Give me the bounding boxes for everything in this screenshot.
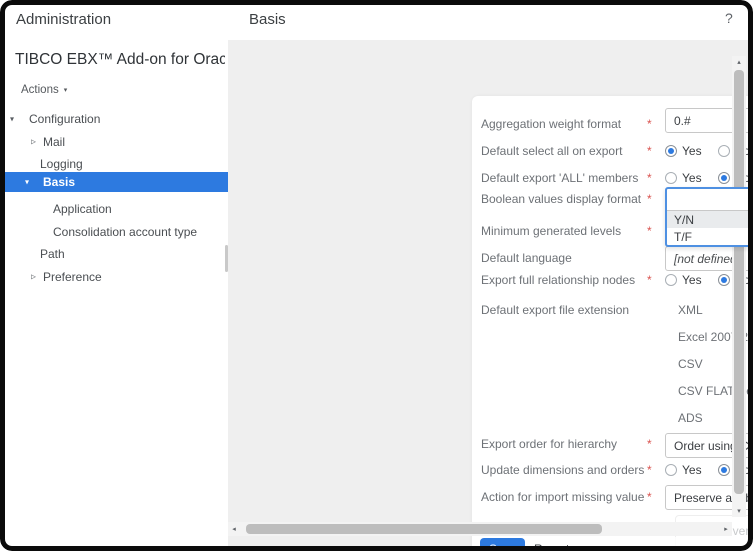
sidebar-item-label: Configuration [29,112,100,126]
tree-expanded-icon[interactable]: ▾ [25,178,29,187]
field-label: Update dimensions and orders [481,463,644,477]
scroll-left-icon[interactable]: ◂ [228,522,240,536]
required-asterisk: * [647,117,652,131]
vertical-scrollbar-thumb[interactable] [734,70,744,494]
radio-unselected-icon[interactable] [665,274,677,286]
actions-label: Actions [21,84,59,96]
scroll-up-icon[interactable]: ▴ [732,56,746,68]
field-label: Export order for hierarchy [481,437,617,451]
workspace: Aggregation weight format * 0.# Default … [228,40,753,551]
sidebar-item-configuration[interactable]: ▾ Configuration [0,109,228,129]
app-window: Administration TIBCO EBX™ Add-on for Ora… [0,0,753,551]
sidebar-item-label: Preference [43,270,102,284]
combo-option-tf[interactable]: T/F [667,228,753,245]
field-label: Aggregation weight format [481,117,621,131]
radio-selected-icon[interactable] [718,172,730,184]
sidebar-item-consolidation-account-type[interactable]: Consolidation account type [0,222,228,242]
scroll-right-icon[interactable]: ▸ [720,522,732,536]
radio-yes[interactable]: Yes [665,463,702,477]
sub-field-label: CSV [678,357,703,371]
field-label: Minimum generated levels [481,224,621,238]
required-asterisk: * [647,273,652,287]
help-icon[interactable]: ? [725,10,733,26]
sidebar-item-label: Basis [43,175,75,189]
horizontal-scrollbar[interactable]: ◂ ▸ [228,522,732,536]
form-panel: Aggregation weight format * 0.# Default … [472,96,753,551]
sidebar-item-path[interactable]: Path [0,244,228,264]
sidebar-item-label: Consolidation account type [53,225,197,239]
tree-collapsed-icon[interactable]: ▹ [31,137,36,148]
required-asterisk: * [647,463,652,477]
field-label: Action for import missing value [481,490,644,504]
sub-field-label: ADS [678,411,703,425]
field-label: Boolean values display format [481,192,641,206]
field-label: Default language [481,251,572,265]
field-label: Default select all on export [481,144,622,158]
radio-yes[interactable]: Yes [665,144,702,158]
horizontal-scrollbar-thumb[interactable] [246,524,602,534]
chevron-down-icon: ▾ [64,86,68,94]
sidebar-item-basis[interactable]: ▾ Basis [0,172,228,192]
form-action-bar: Save Revert [472,537,753,551]
radio-selected-icon[interactable] [718,464,730,476]
sidebar-title: Administration [16,11,111,28]
app-title: TIBCO EBX™ Add-on for Oracle [15,51,225,69]
radio-unselected-icon[interactable] [665,172,677,184]
radio-unselected-icon[interactable] [718,145,730,157]
required-asterisk: * [647,437,652,451]
revert-button[interactable]: Revert [534,542,569,551]
vertical-scrollbar[interactable]: ▴ ▾ [732,56,746,517]
radio-unselected-icon[interactable] [665,464,677,476]
combo-option-yn[interactable]: Y/N [667,211,753,228]
page-title: Basis [249,11,286,28]
required-asterisk: * [647,490,652,504]
radio-selected-icon[interactable] [665,145,677,157]
required-asterisk: * [647,224,652,238]
sidebar-item-mail[interactable]: ▹ Mail [0,132,228,152]
sidebar-item-preference[interactable]: ▹ Preference [0,267,228,287]
tree-expanded-icon[interactable]: ▾ [10,115,14,124]
actions-menu-button[interactable]: Actions ▾ [21,84,67,96]
required-asterisk: * [647,192,652,206]
radio-selected-icon[interactable] [718,274,730,286]
field-label: Default export file extension [481,303,629,317]
radio-yes[interactable]: Yes [665,273,702,287]
sidebar-item-logging[interactable]: Logging [0,154,228,174]
field-label: Export full relationship nodes [481,273,635,287]
sidebar: Administration TIBCO EBX™ Add-on for Ora… [0,0,228,551]
tree-collapsed-icon[interactable]: ▹ [31,272,36,283]
combo-dropdown-list: Y/N T/F [667,210,753,245]
sidebar-item-label: Logging [40,157,83,171]
field-label: Default export 'ALL' members [481,171,638,185]
required-asterisk: * [647,144,652,158]
sidebar-item-application[interactable]: Application [0,199,228,219]
required-asterisk: * [647,171,652,185]
sidebar-item-label: Mail [43,135,65,149]
save-button[interactable]: Save [480,538,525,551]
boolean-values-display-format-combo: ▾ Y/N T/F [665,187,753,247]
scroll-down-icon[interactable]: ▾ [732,505,746,517]
sidebar-item-label: Path [40,247,65,261]
sub-field-label: XML [678,303,703,317]
radio-yes[interactable]: Yes [665,171,702,185]
sidebar-item-label: Application [53,202,112,216]
combo-input[interactable] [667,189,753,210]
